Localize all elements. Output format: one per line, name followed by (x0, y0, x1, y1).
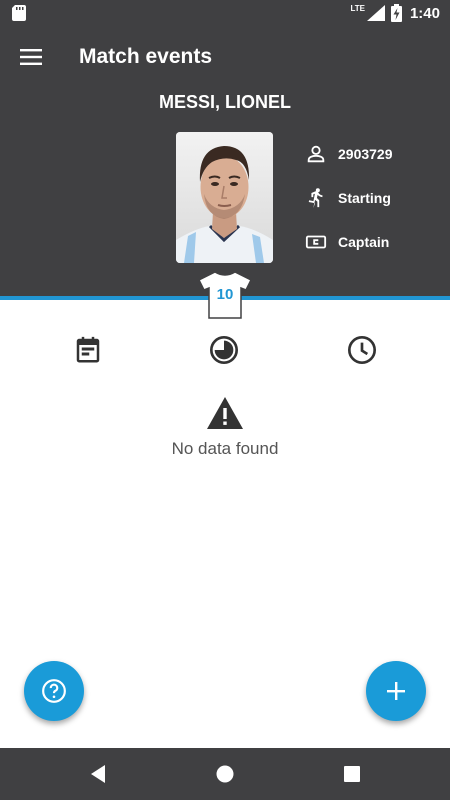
lineup-status-row: Starting (305, 187, 391, 209)
system-navigation-bar (0, 748, 450, 800)
signal-icon (366, 5, 385, 21)
help-icon (42, 679, 66, 703)
player-name: MESSI, LIONEL (158, 92, 291, 112)
tab-time[interactable] (344, 332, 380, 368)
captain-badge-icon (305, 235, 327, 249)
hamburger-menu-icon[interactable] (20, 48, 42, 66)
tab-period[interactable] (206, 332, 242, 368)
status-bar: LTE 1:40 (0, 0, 450, 26)
back-icon[interactable] (88, 763, 110, 785)
lineup-status: Starting (338, 190, 391, 206)
empty-state-text: No data found (171, 439, 279, 458)
player-role: Captain (338, 234, 390, 250)
player-photo (176, 132, 273, 263)
home-icon[interactable] (214, 763, 236, 785)
add-event-button[interactable] (366, 661, 426, 721)
pie-timer-icon (210, 336, 238, 364)
event-tabs (0, 332, 450, 368)
clock-time: 1:40 (409, 4, 440, 22)
battery-charging-icon (390, 4, 402, 22)
plus-icon (387, 682, 405, 700)
help-button[interactable] (24, 661, 84, 721)
page-title: Match events (79, 45, 213, 68)
player-id-row: 2903729 (305, 143, 393, 165)
warning-icon (207, 397, 243, 429)
overview-icon[interactable] (341, 763, 363, 785)
running-person-icon (308, 188, 323, 209)
network-type-label: LTE (350, 3, 365, 13)
shirt-number: 10 (216, 286, 234, 303)
event-card-icon (76, 336, 100, 363)
player-header: Match events MESSI, LIONEL 2903729 Start… (0, 26, 450, 300)
player-id: 2903729 (338, 146, 393, 162)
person-icon (307, 145, 325, 163)
clock-icon (348, 336, 376, 364)
tab-events[interactable] (70, 332, 106, 368)
sd-card-icon (12, 5, 26, 21)
empty-state: No data found (0, 396, 450, 459)
role-row: Captain (305, 231, 389, 253)
